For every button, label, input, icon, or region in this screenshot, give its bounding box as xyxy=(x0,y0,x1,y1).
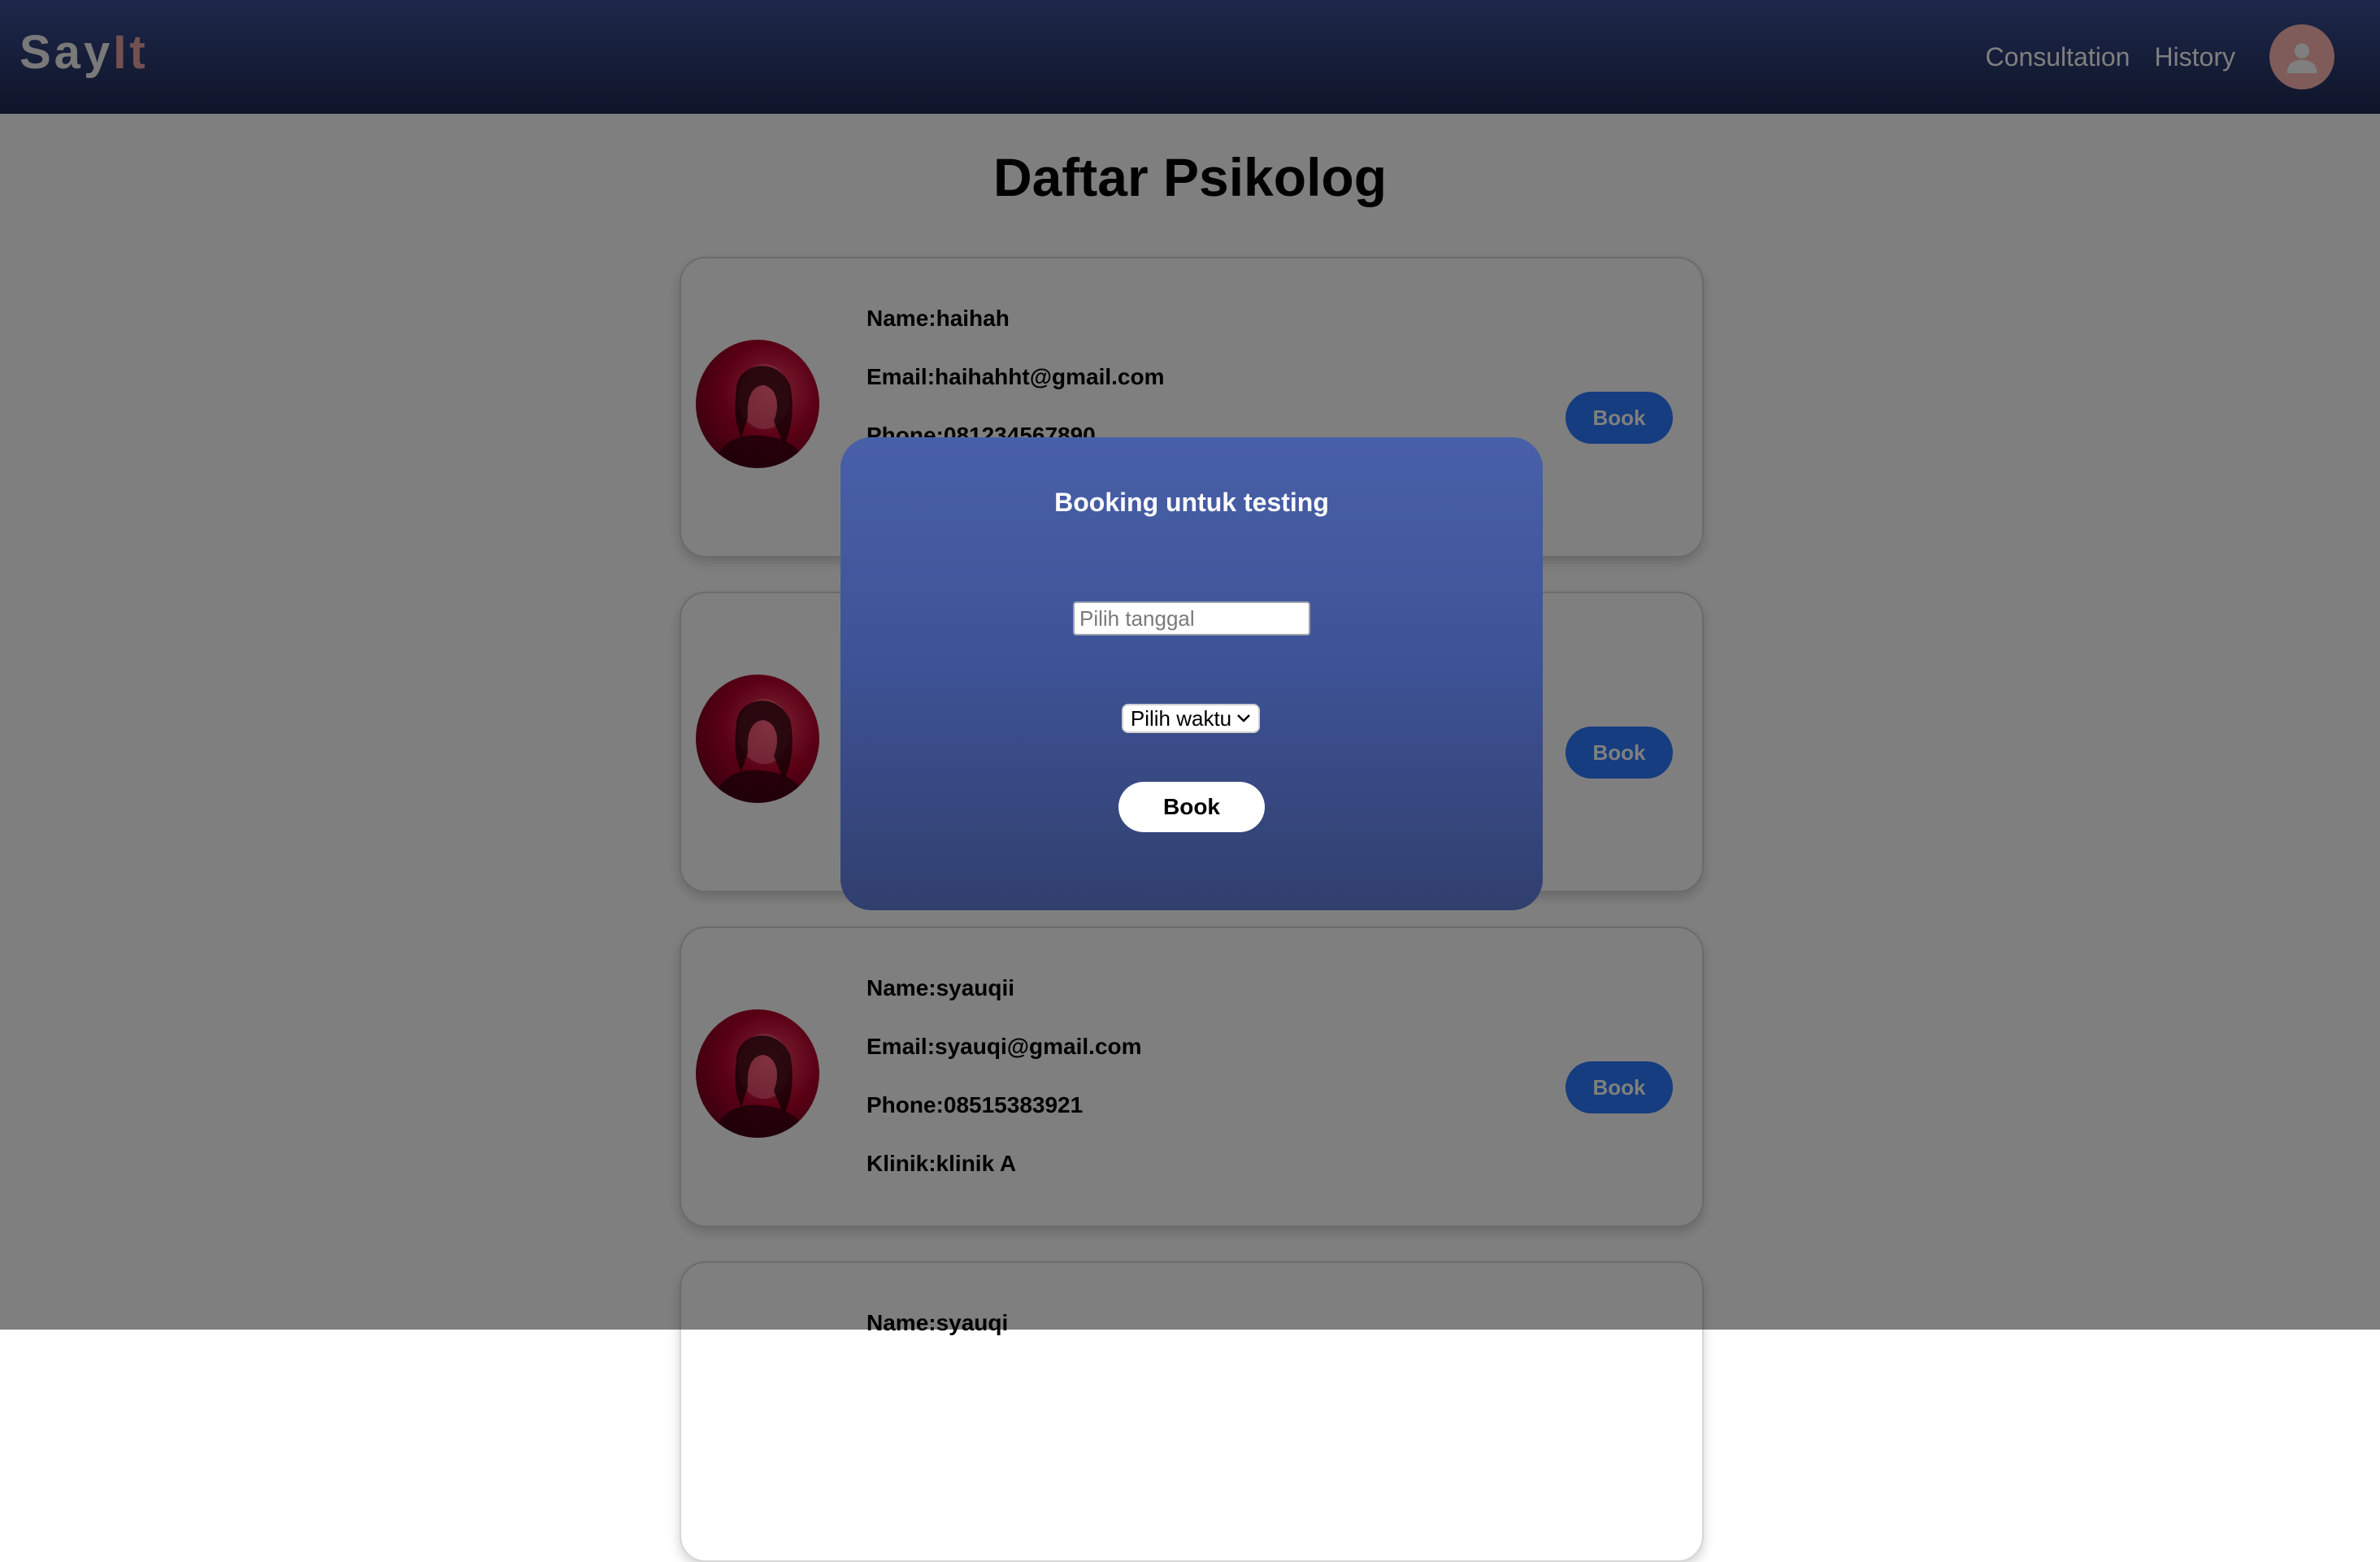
time-select-value: Pilih waktu xyxy=(1130,705,1232,731)
modal-book-button[interactable]: Book xyxy=(1118,782,1265,832)
modal-title: Booking untuk testing xyxy=(1054,488,1329,517)
booking-modal: Booking untuk testing Pilih waktu Book xyxy=(840,437,1543,910)
time-select[interactable]: Pilih waktu xyxy=(1122,704,1260,733)
chevron-down-icon xyxy=(1237,714,1251,722)
date-input[interactable] xyxy=(1073,601,1310,636)
